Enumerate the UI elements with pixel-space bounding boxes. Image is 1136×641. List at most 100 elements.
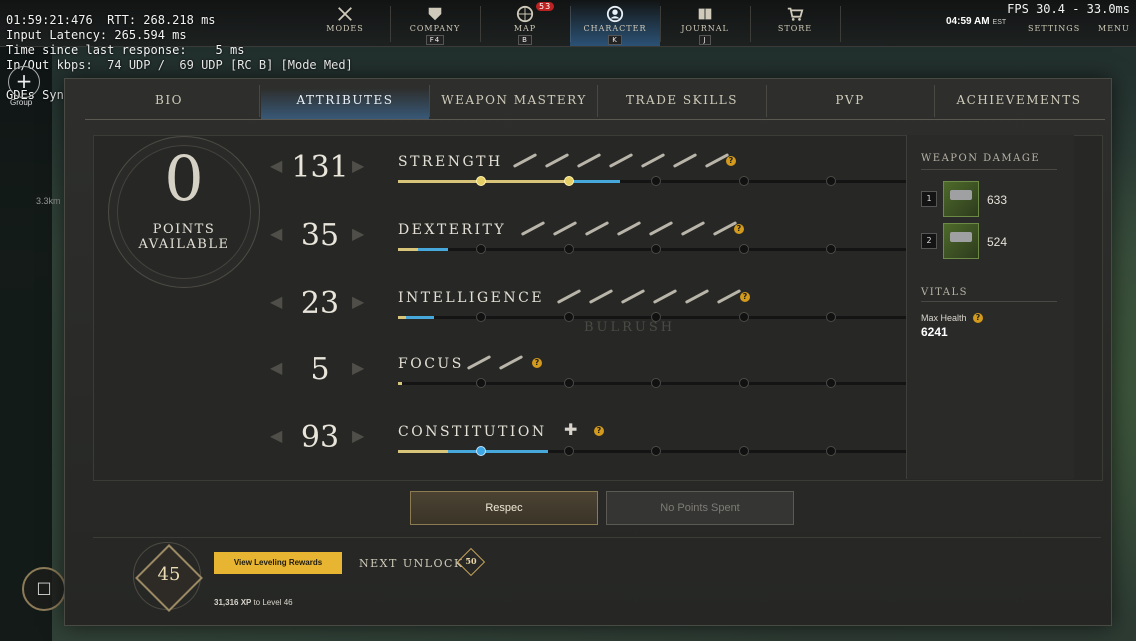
clock: 04:59 AM EST (946, 16, 1007, 27)
bulrush-watermark: BULRUSH (584, 320, 676, 335)
tab-trade-skills[interactable]: TRADE SKILLS (598, 81, 766, 119)
strength-threshold-node[interactable] (564, 176, 574, 186)
war-hammer-icon[interactable] (943, 181, 979, 217)
constitution-threshold-node[interactable] (826, 446, 836, 456)
dexterity-help-icon[interactable]: ? (734, 224, 744, 234)
stats-sidebar: WEAPON DAMAGE 1 633 2 524 VITALS Max Hea… (906, 135, 1074, 479)
weapon-slot-number: 1 (921, 191, 937, 207)
dexterity-threshold-node[interactable] (476, 244, 486, 254)
nav-map[interactable]: 53 MAP B (480, 0, 570, 46)
focus-threshold-node[interactable] (564, 378, 574, 388)
tab-pvp[interactable]: PVP (766, 81, 934, 119)
menu-button[interactable]: MENU (1098, 24, 1130, 33)
focus-threshold-node[interactable] (826, 378, 836, 388)
book-icon (698, 8, 712, 20)
constitution-threshold-node[interactable] (476, 446, 486, 456)
nav-character[interactable]: CHARACTER K (570, 0, 660, 46)
dexterity-progress-blue (418, 248, 448, 251)
dexterity-threshold-node[interactable] (564, 244, 574, 254)
tab-achievements[interactable]: ACHIEVEMENTS (935, 81, 1103, 119)
shield-icon (428, 7, 442, 21)
xp-amount: 31,316 XP (214, 598, 252, 607)
intelligence-help-icon[interactable]: ? (740, 292, 750, 302)
constitution-threshold-node[interactable] (651, 446, 661, 456)
debug-line: 01:59:21:476 RTT: 268.218 ms (6, 13, 216, 27)
focus-threshold-node[interactable] (476, 378, 486, 388)
constitution-progress-yellow (398, 450, 448, 453)
strength-threshold-node[interactable] (651, 176, 661, 186)
increase-dexterity-button[interactable]: ▶ (352, 224, 364, 243)
focus-threshold-node[interactable] (651, 378, 661, 388)
max-health-value: 6241 (921, 325, 948, 339)
focus-label: FOCUS (398, 356, 464, 372)
increase-strength-button[interactable]: ▶ (352, 156, 364, 175)
constitution-progress-blue (448, 450, 548, 453)
strength-threshold-node[interactable] (476, 176, 486, 186)
focus-threshold-node[interactable] (739, 378, 749, 388)
points-available-value: 0 (164, 142, 204, 215)
keybind-badge: J (699, 35, 711, 45)
dexterity-threshold-node[interactable] (739, 244, 749, 254)
intelligence-threshold-node[interactable] (739, 312, 749, 322)
intelligence-threshold-node[interactable] (476, 312, 486, 322)
nav-journal[interactable]: JOURNAL J (660, 0, 750, 46)
notification-badge: 53 (536, 2, 555, 11)
divider (921, 301, 1057, 302)
constitution-threshold-node[interactable] (564, 446, 574, 456)
nav-label: CHARACTER (583, 24, 647, 33)
focus-help-icon[interactable]: ? (532, 358, 542, 368)
increase-intelligence-button[interactable]: ▶ (352, 292, 364, 311)
debug-line: Time since last response: 5 ms (6, 43, 245, 57)
strength-help-icon[interactable]: ? (726, 156, 736, 166)
intelligence-threshold-node[interactable] (826, 312, 836, 322)
weapon-damage-title: WEAPON DAMAGE (921, 153, 1041, 164)
strength-threshold-node[interactable] (739, 176, 749, 186)
constitution-label: CONSTITUTION (398, 424, 547, 440)
strength-threshold-node[interactable] (826, 176, 836, 186)
tab-bio[interactable]: BIO (85, 81, 253, 119)
nav-company[interactable]: COMPANY F4 (390, 0, 480, 46)
vitals-title: VITALS (921, 287, 969, 298)
xp-target: to Level 46 (253, 598, 293, 607)
war-hammer-icon[interactable] (943, 223, 979, 259)
add-group-button[interactable]: + (8, 66, 40, 98)
group-label: Group (10, 98, 33, 107)
nav-label: STORE (777, 24, 813, 33)
focus-weapons-icons (466, 354, 524, 370)
dexterity-label: DEXTERITY (398, 222, 507, 238)
increase-constitution-button[interactable]: ▶ (352, 426, 364, 445)
constitution-threshold-node[interactable] (739, 446, 749, 456)
character-panel: BIO ATTRIBUTES WEAPON MASTERY TRADE SKIL… (64, 78, 1112, 626)
respec-button[interactable]: Respec (410, 491, 598, 525)
level-value: 45 (157, 564, 181, 585)
nav-store[interactable]: STORE (750, 0, 840, 46)
keybind-badge: K (608, 35, 622, 45)
chat-button[interactable]: □ (22, 567, 66, 611)
no-points-spent-button: No Points Spent (606, 491, 794, 525)
chat-icon: □ (36, 578, 52, 597)
tab-weapon-mastery[interactable]: WEAPON MASTERY (430, 81, 598, 119)
intelligence-threshold-node[interactable] (651, 312, 661, 322)
max-health-help-icon[interactable]: ? (973, 313, 983, 323)
dexterity-progress-yellow (398, 248, 418, 251)
debug-line: In/Out kbps: 74 UDP / 69 UDP [RC B] [Mod… (6, 58, 353, 72)
dexterity-threshold-node[interactable] (826, 244, 836, 254)
keybind-badge: B (518, 35, 532, 45)
dexterity-threshold-node[interactable] (651, 244, 661, 254)
view-leveling-rewards-button[interactable]: View Leveling Rewards (214, 552, 342, 574)
constitution-help-icon[interactable]: ? (594, 426, 604, 436)
person-icon (606, 5, 624, 23)
intelligence-value: 23 (300, 286, 340, 321)
tab-attributes[interactable]: ATTRIBUTES (261, 81, 429, 119)
strength-progress-blue (568, 180, 620, 183)
dexterity-value: 35 (300, 218, 340, 253)
nav-divider (840, 6, 841, 42)
weapon-damage-value: 633 (987, 193, 1008, 207)
intelligence-progress-yellow (398, 316, 406, 319)
intelligence-threshold-node[interactable] (564, 312, 574, 322)
settings-button[interactable]: SETTINGS (1028, 24, 1080, 33)
character-tabs: BIO ATTRIBUTES WEAPON MASTERY TRADE SKIL… (85, 81, 1105, 120)
level-area: 45 View Leveling Rewards NEXT UNLOCK 50 … (93, 537, 1101, 620)
increase-focus-button[interactable]: ▶ (352, 358, 364, 377)
fps-counter: FPS 30.4 - 33.0ms (1007, 2, 1130, 16)
